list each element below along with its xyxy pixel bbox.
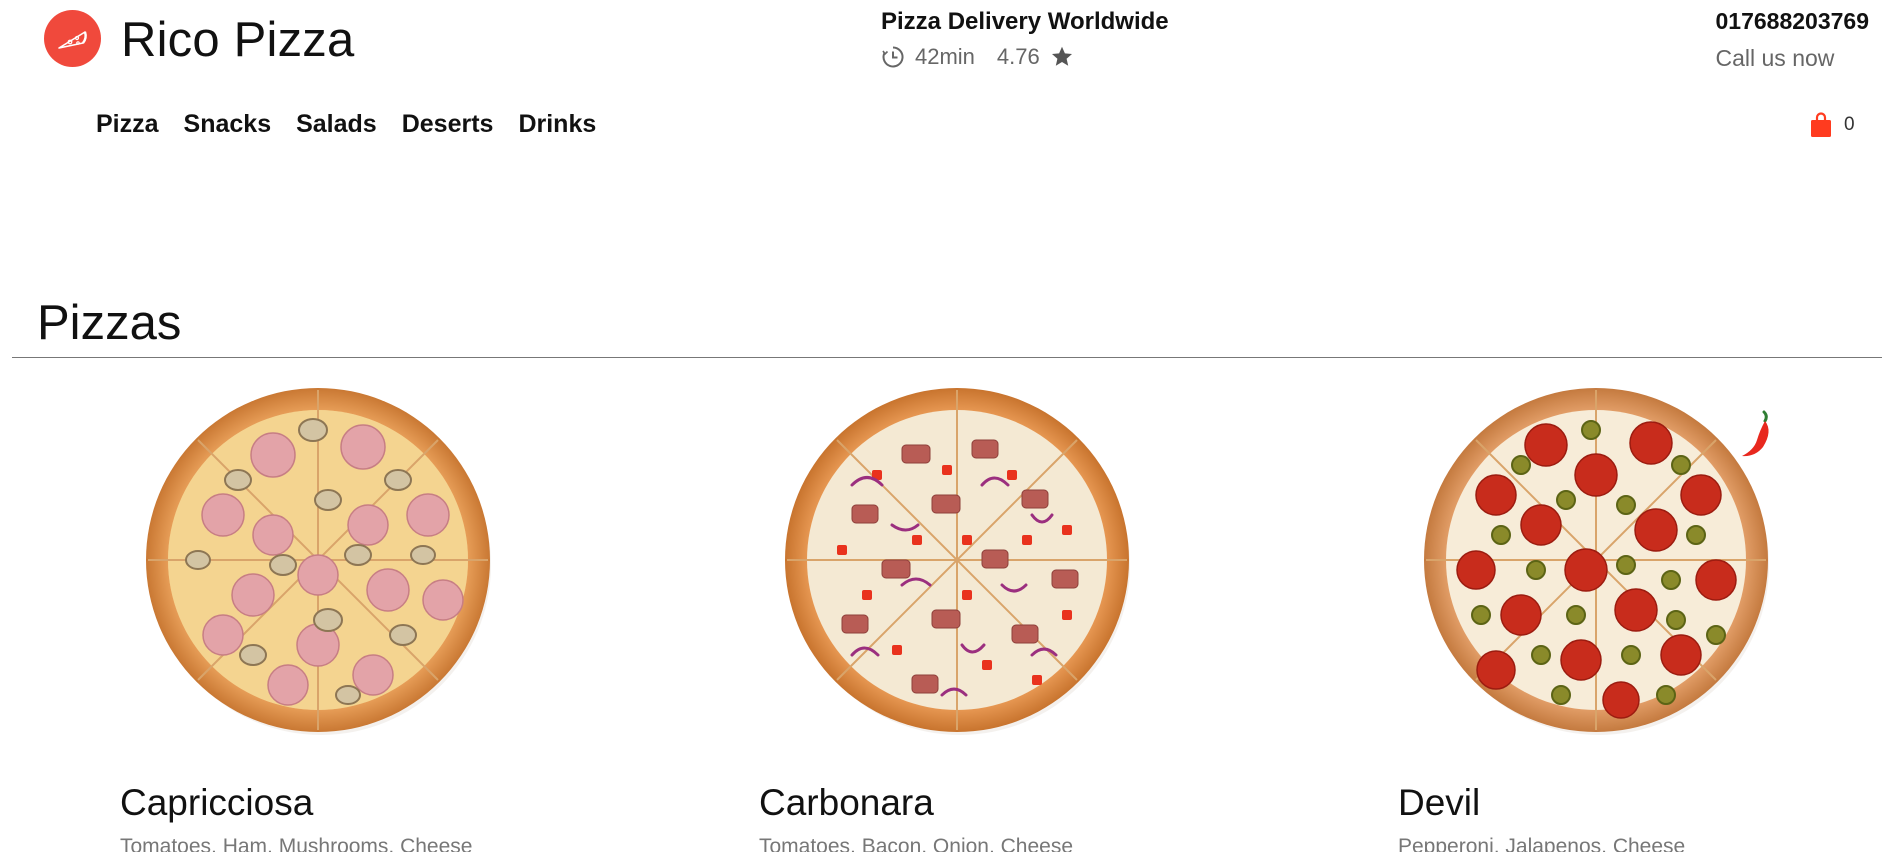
delivery-meta: 42min 4.76 — [881, 44, 1169, 70]
logo-pizza-icon[interactable] — [44, 10, 101, 67]
product-description: Pepperoni, Jalapenos, Cheese — [1398, 835, 1686, 852]
pizza-image-icon — [785, 388, 1130, 735]
nav-item-salads[interactable]: Salads — [296, 110, 377, 139]
call-us-label: Call us now — [1715, 45, 1835, 71]
section-title: Pizzas — [37, 296, 182, 350]
product-description: Tomatoes, Bacon, Onion, Cheese — [759, 835, 1074, 852]
nav-item-snacks[interactable]: Snacks — [184, 110, 272, 139]
delivery-time: 42min — [915, 44, 975, 69]
pizza-slice-icon — [57, 30, 87, 49]
phone-number[interactable]: 017688203769 — [1716, 8, 1870, 35]
chili-pepper-icon — [1742, 410, 1769, 457]
cart-button[interactable]: 0 — [1810, 112, 1855, 138]
delivery-info: Pizza Delivery Worldwide 42min 4.76 — [881, 8, 1169, 70]
nav-item-drinks[interactable]: Drinks — [518, 110, 596, 139]
product-image[interactable] — [1421, 385, 1771, 735]
phone-contact: 017688203769 Call us now — [1716, 8, 1870, 72]
rating-value: 4.76 — [996, 44, 1040, 69]
pizza-image-icon — [146, 388, 491, 735]
star-icon — [1051, 46, 1072, 66]
cart-count: 0 — [1844, 114, 1855, 135]
product-card[interactable]: Carbonara Tomatoes, Bacon, Onion, Cheese — [759, 385, 1279, 852]
shopping-bag-icon — [1811, 112, 1831, 137]
nav-item-deserts[interactable]: Deserts — [402, 110, 494, 139]
product-name[interactable]: Carbonara — [759, 782, 934, 824]
product-name[interactable]: Capricciosa — [120, 782, 313, 824]
nav-item-pizza[interactable]: Pizza — [96, 110, 159, 139]
pizza-image-icon — [1424, 388, 1769, 735]
brand-name[interactable]: Rico Pizza — [121, 12, 354, 68]
clock-icon — [882, 46, 904, 68]
product-name[interactable]: Devil — [1398, 782, 1480, 824]
category-nav: Pizza Snacks Salads Deserts Drinks — [96, 110, 621, 139]
section-divider — [12, 357, 1882, 358]
product-description: Tomatoes, Ham, Mushrooms, Cheese — [120, 835, 473, 852]
product-card[interactable]: Devil Pepperoni, Jalapenos, Cheese — [1398, 385, 1893, 852]
product-image[interactable] — [143, 385, 493, 735]
product-image[interactable] — [782, 385, 1132, 735]
product-card[interactable]: Capricciosa Tomatoes, Ham, Mushrooms, Ch… — [120, 385, 640, 852]
delivery-title: Pizza Delivery Worldwide — [881, 8, 1169, 35]
